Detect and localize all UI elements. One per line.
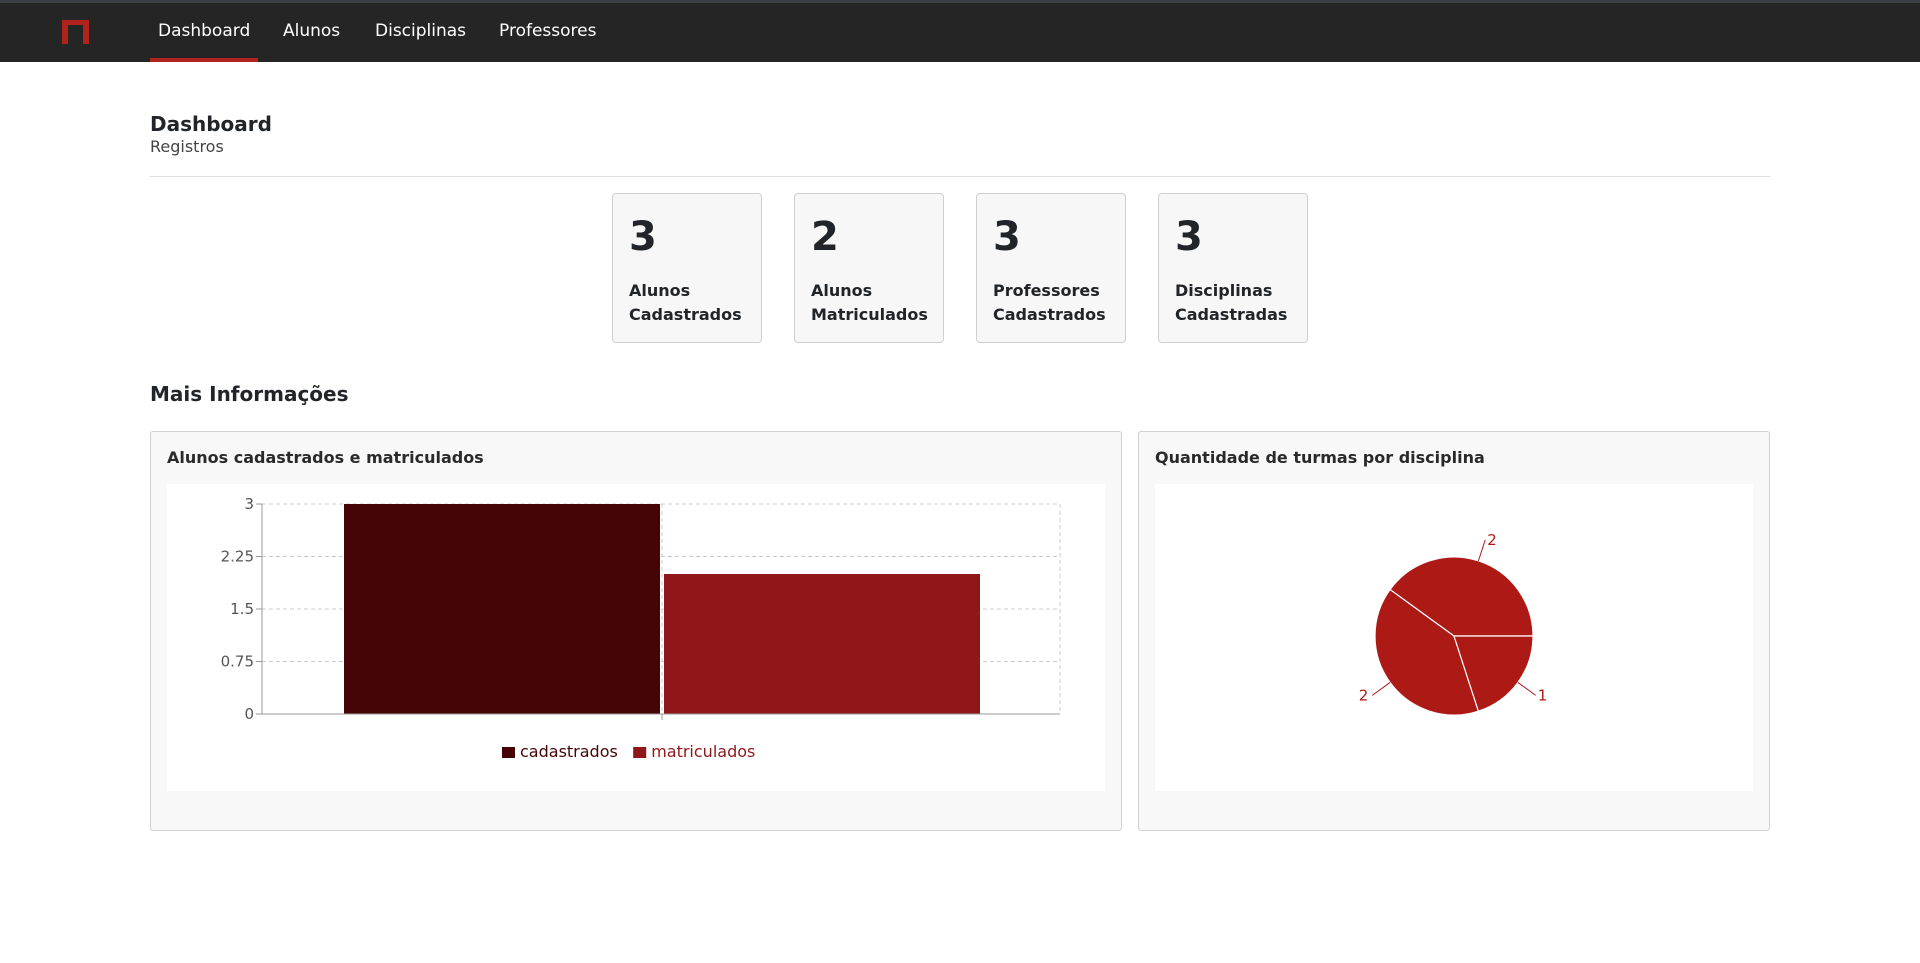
stat-value: 2: [811, 214, 839, 260]
nav-item-disciplinas[interactable]: Disciplinas: [367, 3, 474, 62]
pie-label: 1: [1538, 686, 1548, 704]
y-tick-label: 0: [244, 705, 254, 723]
nav-item-dashboard[interactable]: Dashboard: [150, 3, 259, 62]
page-subtitle: Registros: [150, 137, 224, 156]
pie-label: 2: [1359, 686, 1369, 704]
nav-item-alunos[interactable]: Alunos: [275, 3, 348, 62]
pie-chart-panel: Quantidade de turmas por disciplina 2 2 1: [1138, 431, 1770, 831]
bar-cadastrados: [344, 504, 660, 714]
y-tick-label: 2.25: [221, 548, 254, 566]
pie-label-leader: [1477, 539, 1486, 562]
header-divider: [150, 176, 1770, 177]
stat-value: 3: [1175, 214, 1203, 260]
y-tick-label: 3: [244, 495, 254, 513]
pie-chart: 2 2 1: [1359, 531, 1548, 716]
legend-label-cadastrados: cadastrados: [520, 742, 618, 761]
pie-chart-container: 2 2 1: [1155, 484, 1753, 791]
stat-value: 3: [993, 214, 1021, 260]
page-title: Dashboard: [150, 112, 272, 136]
legend-swatch-cadastrados: [502, 747, 515, 758]
stat-value: 3: [629, 214, 657, 260]
stat-card-professores-cadastrados: 3 Professores Cadastrados: [976, 193, 1126, 343]
bar-chart: 0 0.75 1.5 2.25 3 cadastrados matriculados: [221, 495, 1061, 761]
pie-label-leader: [1371, 682, 1391, 696]
legend-label-matriculados: matriculados: [651, 742, 755, 761]
panel-title: Alunos cadastrados e matriculados: [167, 448, 484, 467]
pie-label-leader: [1517, 682, 1537, 696]
top-navbar: Dashboard Alunos Disciplinas Professores: [0, 0, 1920, 62]
stat-label: Alunos Cadastrados: [629, 281, 742, 324]
panel-title: Quantidade de turmas por disciplina: [1155, 448, 1485, 467]
stat-card-disciplinas-cadastradas: 3 Disciplinas Cadastradas: [1158, 193, 1308, 343]
stat-card-alunos-cadastrados: 3 Alunos Cadastrados: [612, 193, 762, 343]
nav-item-professores[interactable]: Professores: [491, 3, 604, 62]
y-tick-label: 0.75: [221, 653, 254, 671]
legend-swatch-matriculados: [633, 747, 647, 758]
pie-label: 2: [1487, 531, 1497, 549]
stat-label: Alunos Matriculados: [811, 281, 928, 324]
bar-matriculados: [664, 574, 980, 714]
bar-chart-container: 0 0.75 1.5 2.25 3 cadastrados matriculados: [167, 484, 1105, 791]
stat-card-alunos-matriculados: 2 Alunos Matriculados: [794, 193, 944, 343]
bar-chart-panel: Alunos cadastrados e matriculados 0 0.75 1…: [150, 431, 1122, 831]
stat-label: Disciplinas Cadastradas: [1175, 281, 1288, 324]
section-title: Mais Informações: [150, 382, 349, 406]
stat-label: Professores Cadastrados: [993, 281, 1106, 324]
brand-logo[interactable]: [61, 19, 90, 45]
y-tick-label: 1.5: [230, 600, 254, 618]
